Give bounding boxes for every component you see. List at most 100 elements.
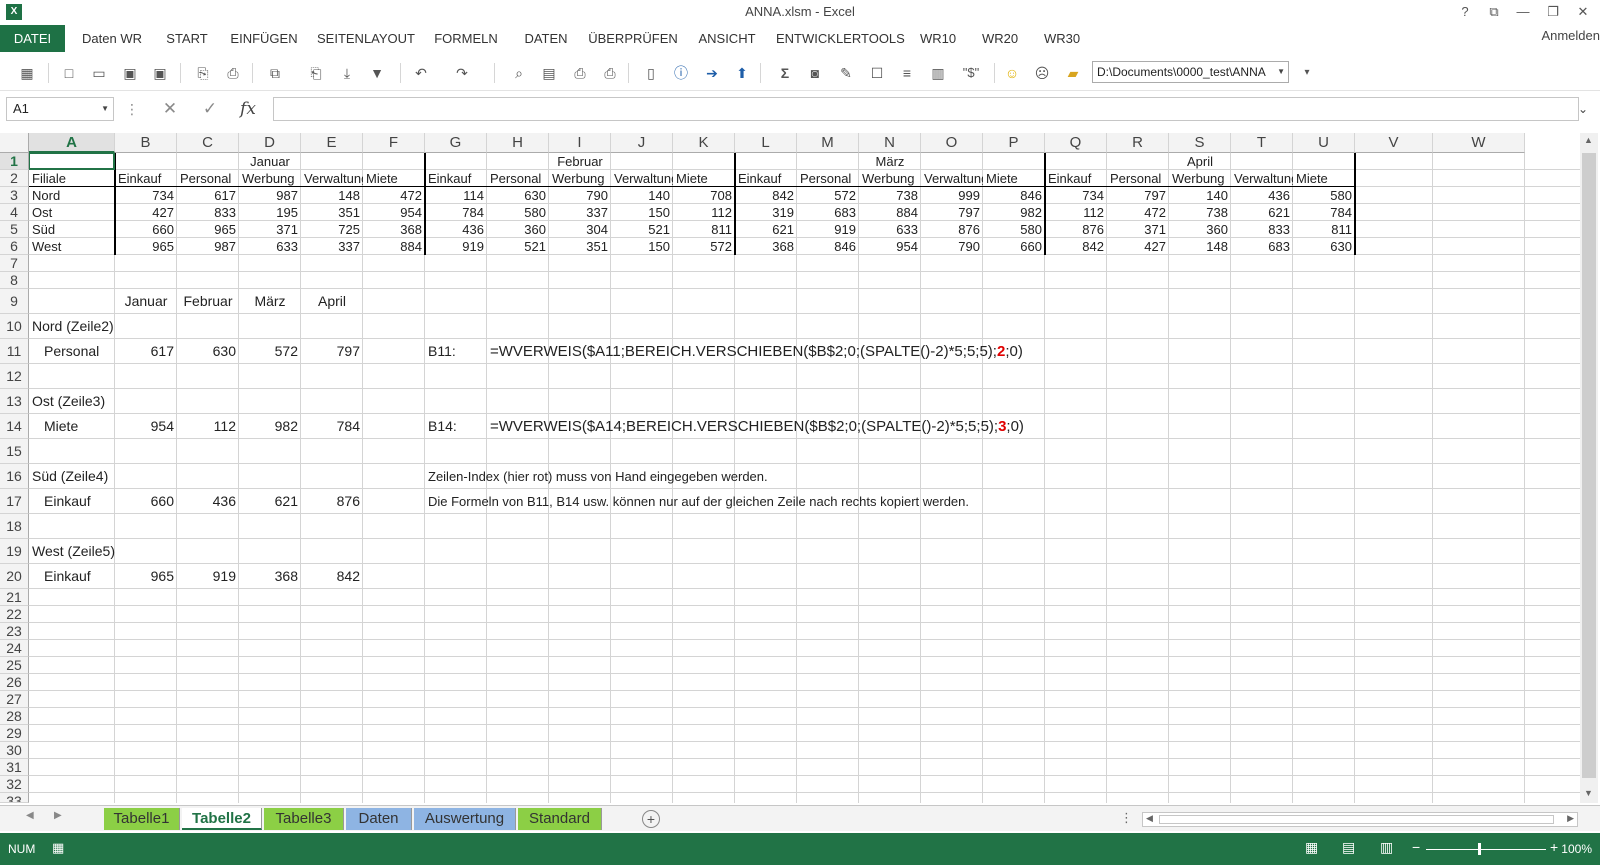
row-header-33[interactable]: 33 bbox=[0, 793, 29, 803]
vertical-scrollbar[interactable]: ▲ ▼ bbox=[1580, 133, 1598, 803]
minimize-button[interactable]: — bbox=[1510, 2, 1536, 22]
print-setup-icon[interactable]: ▤ bbox=[540, 64, 558, 82]
column-header-j[interactable]: J bbox=[611, 133, 673, 153]
tab-datei[interactable]: DATEI bbox=[0, 25, 65, 52]
redo-icon[interactable]: ↷ bbox=[453, 64, 471, 82]
signin-link[interactable]: Anmelden bbox=[1541, 28, 1600, 43]
help-button[interactable]: ? bbox=[1452, 2, 1478, 22]
row-header-8[interactable]: 8 bbox=[0, 272, 29, 289]
maximize-button[interactable]: ❐ bbox=[1540, 2, 1566, 22]
tab-seitenlayout[interactable]: SEITENLAYOUT bbox=[314, 25, 418, 52]
sheet-prev-icon[interactable]: ◀ bbox=[26, 810, 34, 821]
row-header-17[interactable]: 17 bbox=[0, 489, 29, 514]
column-header-u[interactable]: U bbox=[1293, 133, 1355, 153]
paste-icon[interactable]: ⎗ bbox=[307, 64, 325, 82]
row-header-2[interactable]: 2 bbox=[0, 170, 29, 187]
sheet-tab-tabelle2[interactable]: Tabelle2 bbox=[182, 808, 262, 830]
row-header-18[interactable]: 18 bbox=[0, 514, 29, 539]
row-header-3[interactable]: 3 bbox=[0, 187, 29, 204]
tab-daten-wr[interactable]: Daten WR bbox=[76, 25, 148, 52]
sheet-tab-standard[interactable]: Standard bbox=[518, 808, 602, 830]
expand-formula-bar-icon[interactable]: ⌄ bbox=[1578, 102, 1588, 116]
print-ok-icon[interactable]: ⎙ bbox=[601, 64, 619, 82]
row-header-31[interactable]: 31 bbox=[0, 759, 29, 776]
column-header-b[interactable]: B bbox=[115, 133, 177, 153]
page-break-view-icon[interactable]: ▥ bbox=[1380, 839, 1393, 856]
column-header-d[interactable]: D bbox=[239, 133, 301, 153]
paste-values-icon[interactable]: ⤓ bbox=[338, 64, 356, 82]
tab-splitter-icon[interactable]: ⋮ bbox=[1120, 810, 1133, 826]
zoom-in-icon[interactable]: + bbox=[1550, 839, 1558, 855]
column-header-a[interactable]: A bbox=[29, 133, 115, 153]
tab-ansicht[interactable]: ANSICHT bbox=[692, 25, 762, 52]
filter-icon[interactable]: ▼ bbox=[368, 64, 386, 82]
tab-formeln[interactable]: FORMELN bbox=[430, 25, 502, 52]
cancel-icon[interactable]: ✕ bbox=[158, 98, 182, 120]
column-header-k[interactable]: K bbox=[673, 133, 735, 153]
tab-start[interactable]: START bbox=[160, 25, 214, 52]
row-header-32[interactable]: 32 bbox=[0, 776, 29, 793]
active-cell-selection[interactable] bbox=[29, 153, 115, 170]
close-button[interactable]: ✕ bbox=[1570, 2, 1596, 22]
row-header-12[interactable]: 12 bbox=[0, 364, 29, 389]
tab-ueberpruefen[interactable]: ÜBERPRÜFEN bbox=[588, 25, 678, 52]
dollar-format-icon[interactable]: "$" bbox=[958, 64, 984, 82]
scroll-up-icon[interactable]: ▲ bbox=[1584, 135, 1593, 145]
row-header-9[interactable]: 9 bbox=[0, 289, 29, 314]
new-document-icon[interactable]: □ bbox=[60, 64, 78, 82]
scroll-left-icon[interactable]: ◀ bbox=[1146, 813, 1153, 824]
print-preview-icon[interactable]: ⎙ bbox=[224, 64, 242, 82]
autosum-icon[interactable]: Σ bbox=[776, 64, 794, 82]
row-header-14[interactable]: 14 bbox=[0, 414, 29, 439]
save-as-icon[interactable]: ▣ bbox=[121, 64, 139, 82]
column-header-v[interactable]: V bbox=[1355, 133, 1433, 153]
sad-face-icon[interactable]: ☹ bbox=[1033, 64, 1051, 82]
customize-toolbar-icon[interactable]: ▾ bbox=[1298, 64, 1316, 82]
vertical-scroll-thumb[interactable] bbox=[1582, 153, 1596, 778]
add-sheet-button[interactable]: + bbox=[642, 810, 660, 828]
column-header-s[interactable]: S bbox=[1169, 133, 1231, 153]
open-folder-icon[interactable]: ▭ bbox=[90, 64, 108, 82]
column-header-m[interactable]: M bbox=[797, 133, 859, 153]
save-icon[interactable]: ▣ bbox=[151, 64, 169, 82]
column-header-q[interactable]: Q bbox=[1045, 133, 1107, 153]
formula-input[interactable] bbox=[273, 97, 1579, 121]
border-icon[interactable]: ☐ bbox=[868, 64, 886, 82]
normal-view-icon[interactable]: ▦ bbox=[1305, 839, 1318, 856]
column-header-p[interactable]: P bbox=[983, 133, 1045, 153]
arrow-up-icon[interactable]: ⬆ bbox=[733, 64, 751, 82]
macro-record-icon[interactable]: ▦ bbox=[52, 840, 64, 856]
row-header-21[interactable]: 21 bbox=[0, 589, 29, 606]
calendar-icon[interactable]: ▦ bbox=[18, 64, 36, 82]
row-header-10[interactable]: 10 bbox=[0, 314, 29, 339]
chevron-down-icon[interactable]: ▼ bbox=[101, 98, 109, 120]
row-header-22[interactable]: 22 bbox=[0, 606, 29, 623]
row-header-20[interactable]: 20 bbox=[0, 564, 29, 589]
column-header-n[interactable]: N bbox=[859, 133, 921, 153]
row-header-27[interactable]: 27 bbox=[0, 691, 29, 708]
page-layout-view-icon[interactable]: ▤ bbox=[1342, 839, 1355, 856]
zoom-slider[interactable] bbox=[1426, 849, 1546, 850]
tab-daten[interactable]: DATEN bbox=[516, 25, 576, 52]
arrow-right-icon[interactable]: ➔ bbox=[703, 64, 721, 82]
ribbon-display-options-button[interactable]: ⧉ bbox=[1481, 2, 1507, 22]
row-header-19[interactable]: 19 bbox=[0, 539, 29, 564]
search-icon[interactable]: ⌕ bbox=[510, 64, 528, 82]
tab-wr10[interactable]: WR10 bbox=[914, 25, 962, 52]
tab-wr20[interactable]: WR20 bbox=[976, 25, 1024, 52]
row-header-26[interactable]: 26 bbox=[0, 674, 29, 691]
row-header-30[interactable]: 30 bbox=[0, 742, 29, 759]
column-header-f[interactable]: F bbox=[363, 133, 425, 153]
chevron-down-icon[interactable]: ▼ bbox=[1277, 62, 1285, 82]
scroll-right-icon[interactable]: ▶ bbox=[1567, 813, 1574, 824]
row-header-5[interactable]: 5 bbox=[0, 221, 29, 238]
print-icon[interactable]: ⎙ bbox=[571, 64, 589, 82]
column-header-c[interactable]: C bbox=[177, 133, 239, 153]
folder-icon[interactable]: ▰ bbox=[1064, 64, 1082, 82]
tab-einfuegen[interactable]: EINFÜGEN bbox=[226, 25, 302, 52]
chart-icon[interactable]: ▥ bbox=[929, 64, 947, 82]
column-header-g[interactable]: G bbox=[425, 133, 487, 153]
camera-icon[interactable]: ◙ bbox=[806, 64, 824, 82]
row-header-11[interactable]: 11 bbox=[0, 339, 29, 364]
sheet-tab-tabelle3[interactable]: Tabelle3 bbox=[264, 808, 344, 830]
